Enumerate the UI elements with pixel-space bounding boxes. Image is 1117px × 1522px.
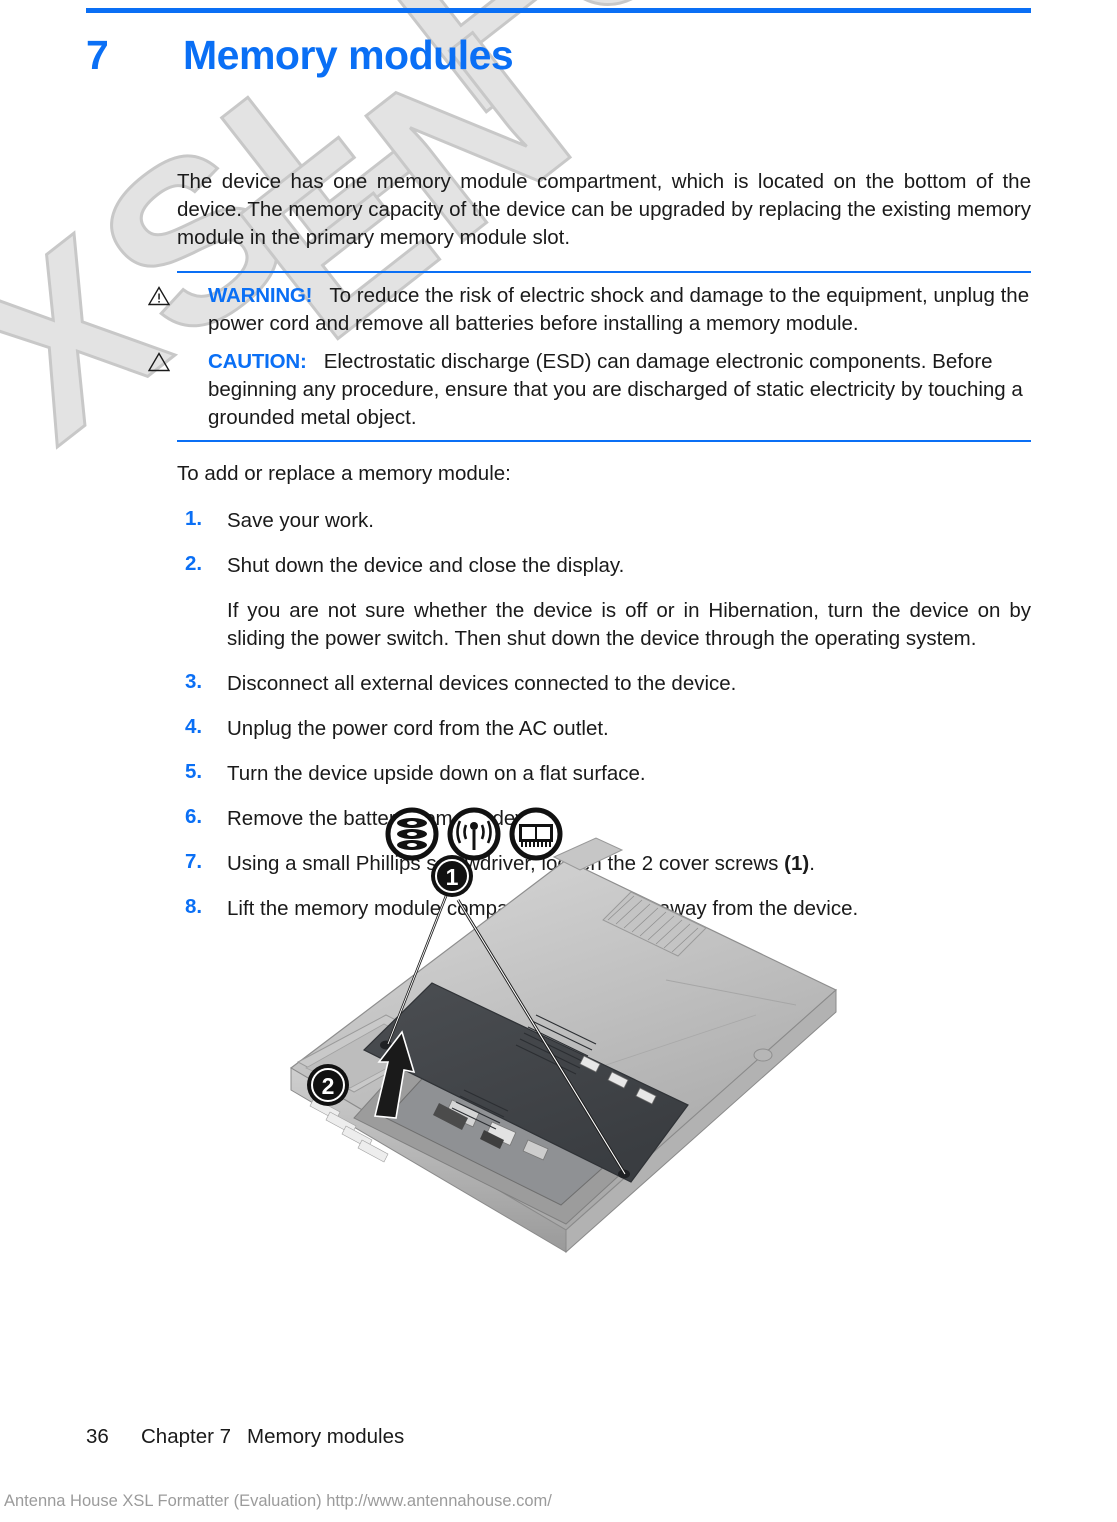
step-text: Shut down the device and close the displ… [227,554,625,577]
wireless-antenna-icon [447,807,501,861]
step-number: 8. [185,895,203,918]
admonition-block: WARNING! To reduce the risk of electric … [147,271,1031,442]
caution-admonition: CAUTION: Electrostatic discharge (ESD) c… [147,348,1031,432]
warning-triangle-icon [147,286,171,306]
list-item: 3. Disconnect all external devices conne… [177,670,1031,698]
memory-compartment-illustration: 1 2 [236,800,856,1300]
step-text: Disconnect all external devices connecte… [227,672,737,695]
list-item: 5. Turn the device upside down on a flat… [177,760,1031,788]
warning-label: WARNING! [208,284,313,307]
lead-in-paragraph: To add or replace a memory module: [177,462,511,485]
step-number: 2. [185,552,203,575]
caution-triangle-icon [147,352,171,372]
intro-paragraph: The device has one memory module compart… [177,170,1031,249]
callout-1: 1 [431,855,473,897]
page-footer: 36 Chapter 7 Memory modules [86,1425,404,1449]
memory-module-icon [509,807,563,861]
chapter-number: 7 [86,32,109,78]
step-number: 1. [185,507,203,530]
svg-text:1: 1 [446,864,459,890]
page-title: 7 Memory modules [86,32,514,79]
step-text: Turn the device upside down on a flat su… [227,762,646,785]
step-sub-paragraph: If you are not sure whether the device i… [227,599,1031,650]
warning-admonition: WARNING! To reduce the risk of electric … [147,282,1031,338]
svg-text:2: 2 [322,1073,335,1099]
feature-icons [385,807,563,861]
list-item: 4. Unplug the power cord from the AC out… [177,715,1031,743]
footer-chapter-title: Memory modules [247,1425,405,1448]
step-number: 5. [185,760,203,783]
page-content: 7 Memory modules The device has one memor… [0,0,1117,1522]
step-number: 3. [185,670,203,693]
step-text: Save your work. [227,509,374,532]
footer-chapter-label: Chapter 7 [141,1425,232,1448]
step-number: 7. [185,850,203,873]
warning-text: To reduce the risk of electric shock and… [208,284,1030,335]
step-text: Unplug the power cord from the AC outlet… [227,717,609,740]
footer-page-number: 36 [86,1425,109,1448]
chapter-title: Memory modules [183,32,514,78]
callout-2: 2 [307,1064,349,1106]
evaluation-notice: Antenna House XSL Formatter (Evaluation)… [4,1492,552,1510]
step-number: 4. [185,715,203,738]
step-number: 6. [185,805,203,828]
list-item: 2. Shut down the device and close the di… [177,552,1031,653]
caution-text: Electrostatic discharge (ESD) can damage… [208,350,1023,429]
caution-label: CAUTION: [208,350,307,373]
header-rule [86,8,1031,13]
list-item: 1. Save your work. [177,507,1031,535]
document-page: XSL Formatter EN 7Memory modules The dev… [0,0,1117,1522]
hard-drive-icon [385,807,439,861]
